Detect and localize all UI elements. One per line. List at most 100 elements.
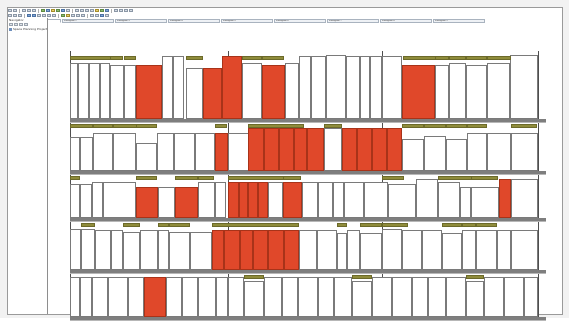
product-facing[interactable] — [388, 184, 416, 218]
product-facing[interactable] — [462, 230, 476, 270]
product-facing[interactable] — [497, 230, 511, 270]
product-facing[interactable] — [511, 230, 538, 270]
product-facing[interactable] — [78, 63, 89, 119]
new-icon[interactable] — [9, 23, 13, 26]
toolbar-button-icon[interactable] — [13, 9, 17, 12]
product-facing-highlighted[interactable] — [215, 133, 228, 171]
product-facing[interactable] — [466, 65, 487, 119]
document-tab[interactable]: Planogram 6 — [274, 19, 326, 23]
product-facing[interactable] — [81, 229, 95, 270]
product-facing-highlighted[interactable] — [136, 65, 162, 119]
product-facing-highlighted[interactable] — [307, 128, 324, 171]
product-facing[interactable] — [92, 277, 108, 317]
product-facing-highlighted[interactable] — [268, 230, 284, 270]
document-tab[interactable]: Planogram 2 — [62, 19, 114, 23]
product-facing[interactable] — [412, 277, 428, 317]
product-facing-highlighted[interactable] — [283, 182, 302, 218]
product-facing[interactable] — [157, 133, 174, 171]
document-tab[interactable]: Planogram 9 — [433, 19, 485, 23]
filter-icon[interactable] — [19, 23, 23, 26]
document-tab[interactable]: Planogram 3 — [115, 19, 167, 23]
product-facing[interactable] — [108, 277, 128, 317]
product-facing[interactable] — [435, 65, 449, 119]
product-facing[interactable] — [324, 128, 342, 171]
product-facing[interactable] — [228, 277, 244, 317]
product-facing[interactable] — [140, 230, 158, 270]
toolbar-button-icon[interactable] — [52, 14, 56, 17]
product-facing[interactable] — [487, 63, 510, 119]
product-facing-highlighted[interactable] — [224, 230, 240, 270]
toolbar-button-icon[interactable] — [100, 14, 104, 17]
product-facing-highlighted[interactable] — [402, 65, 435, 119]
product-facing-highlighted[interactable] — [284, 230, 299, 270]
product-facing[interactable] — [103, 182, 136, 218]
toolbar-button-icon[interactable] — [13, 14, 17, 17]
product-facing[interactable] — [424, 136, 446, 171]
product-facing[interactable] — [471, 187, 499, 218]
product-facing[interactable] — [182, 277, 198, 317]
toolbar-button-icon[interactable] — [105, 14, 109, 17]
product-facing[interactable] — [195, 133, 215, 171]
product-facing[interactable] — [123, 232, 140, 270]
product-facing-highlighted[interactable] — [240, 230, 253, 270]
product-facing[interactable] — [460, 187, 471, 218]
product-facing[interactable] — [524, 277, 538, 317]
toolbar-button-icon[interactable] — [90, 9, 94, 12]
product-facing[interactable] — [228, 133, 249, 171]
toolbar-button-icon[interactable] — [66, 14, 70, 17]
product-facing[interactable] — [215, 182, 226, 218]
product-facing-highlighted[interactable] — [294, 128, 307, 171]
product-facing[interactable] — [449, 63, 466, 119]
product-facing[interactable] — [113, 133, 136, 171]
product-facing[interactable] — [92, 182, 103, 218]
toolbar-button-icon[interactable] — [95, 9, 99, 12]
toolbar-button-icon[interactable] — [61, 9, 65, 12]
document-tab[interactable]: Planogram 8 — [380, 19, 432, 23]
product-facing[interactable] — [446, 277, 466, 317]
product-facing[interactable] — [298, 277, 318, 317]
product-facing[interactable] — [476, 230, 497, 270]
product-facing[interactable] — [111, 230, 123, 270]
product-facing[interactable] — [285, 63, 299, 119]
product-facing[interactable] — [317, 230, 337, 270]
product-facing[interactable] — [372, 277, 392, 317]
product-facing[interactable] — [346, 56, 360, 119]
product-facing[interactable] — [70, 184, 80, 218]
product-facing[interactable] — [80, 137, 93, 171]
toolbar-button-icon[interactable] — [56, 9, 60, 12]
toolbar-button-icon[interactable] — [8, 14, 12, 17]
product-facing[interactable] — [360, 56, 370, 119]
product-facing-highlighted[interactable] — [372, 128, 387, 171]
product-facing[interactable] — [158, 187, 175, 218]
product-facing[interactable] — [169, 232, 190, 270]
product-facing[interactable] — [268, 182, 283, 218]
document-tab[interactable]: Planogram 7 — [327, 19, 379, 23]
product-facing-highlighted[interactable] — [264, 128, 279, 171]
product-facing[interactable] — [337, 233, 347, 270]
toolbar-button-icon[interactable] — [90, 14, 94, 17]
product-facing[interactable] — [402, 230, 422, 270]
toolbar-button-icon[interactable] — [51, 9, 55, 12]
product-facing[interactable] — [511, 133, 538, 171]
product-facing[interactable] — [70, 63, 78, 119]
toolbar-button-icon[interactable] — [61, 14, 65, 17]
toolbar-button-icon[interactable] — [129, 9, 133, 12]
product-facing[interactable] — [510, 55, 538, 119]
toolbar-button-icon[interactable] — [32, 14, 36, 17]
toolbar-button-icon[interactable] — [8, 9, 12, 12]
toolbar-button-icon[interactable] — [18, 14, 22, 17]
product-facing[interactable] — [392, 277, 412, 317]
product-facing[interactable] — [487, 133, 511, 171]
product-facing[interactable] — [173, 56, 184, 119]
product-facing-highlighted[interactable] — [499, 179, 511, 218]
product-facing-highlighted[interactable] — [175, 187, 198, 218]
product-facing[interactable] — [402, 139, 424, 171]
toolbar-button-icon[interactable] — [47, 14, 51, 17]
product-facing-highlighted[interactable] — [258, 182, 268, 218]
product-facing-highlighted[interactable] — [262, 65, 285, 119]
product-facing-highlighted[interactable] — [212, 230, 224, 270]
product-facing-highlighted[interactable] — [203, 68, 222, 119]
toolbar-button-icon[interactable] — [41, 9, 45, 12]
product-facing[interactable] — [124, 65, 136, 119]
product-facing[interactable] — [422, 230, 442, 270]
